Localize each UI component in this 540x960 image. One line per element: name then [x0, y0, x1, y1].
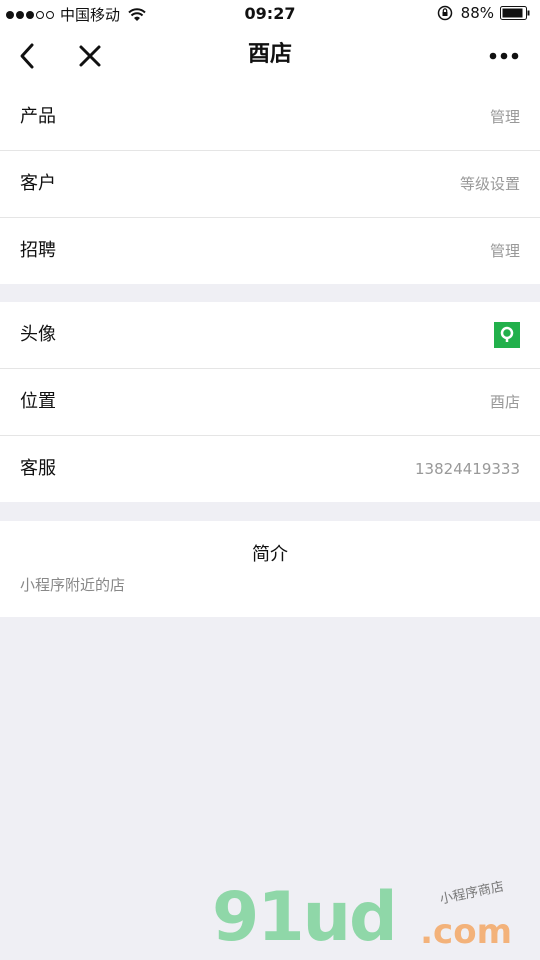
row-label: 客服: [20, 458, 56, 479]
profile-group: 头像 位置 酉店 客服 13824419333: [0, 302, 540, 502]
status-bar: 中国移动 09:27 88%: [0, 0, 540, 28]
battery-percent: 88%: [460, 4, 494, 22]
row-value: 13824419333: [415, 460, 520, 478]
row-recruitment[interactable]: 招聘 管理: [0, 218, 540, 284]
watermark: 91ud .com 小程序商店: [212, 878, 512, 957]
battery-icon: [500, 6, 530, 20]
row-label: 位置: [20, 391, 56, 412]
row-value: 等级设置: [459, 175, 520, 193]
watermark-domain: .com: [420, 912, 512, 952]
watermark-tagline: 小程序商店: [438, 879, 506, 908]
row-label: 客户: [20, 173, 56, 194]
page-title: 酉店: [247, 42, 292, 67]
status-right: 88%: [437, 4, 530, 22]
intro-title: 简介: [252, 544, 288, 565]
row-label: 头像: [20, 324, 56, 345]
row-customer-service[interactable]: 客服 13824419333: [0, 436, 540, 502]
navigation-bar: 酉店: [0, 28, 540, 84]
row-value: 管理: [489, 242, 520, 260]
watermark-logo-text: 91ud: [212, 878, 398, 957]
management-group: 产品 管理 客户 等级设置 招聘 管理: [0, 84, 540, 284]
row-label: 产品: [20, 106, 56, 127]
rotation-lock-icon: [437, 5, 452, 21]
row-value: 酉店: [489, 393, 520, 411]
intro-section: 简介: [0, 521, 540, 617]
row-location[interactable]: 位置 酉店: [0, 369, 540, 436]
avatar: [494, 322, 520, 348]
row-label: 招聘: [20, 240, 56, 261]
row-products[interactable]: 产品 管理: [0, 84, 540, 151]
row-avatar[interactable]: 头像: [0, 302, 540, 369]
row-customers[interactable]: 客户 等级设置: [0, 151, 540, 218]
more-options-icon[interactable]: [488, 50, 520, 62]
intro-text: 小程序附近的店: [20, 576, 126, 594]
row-value: 管理: [489, 108, 520, 126]
